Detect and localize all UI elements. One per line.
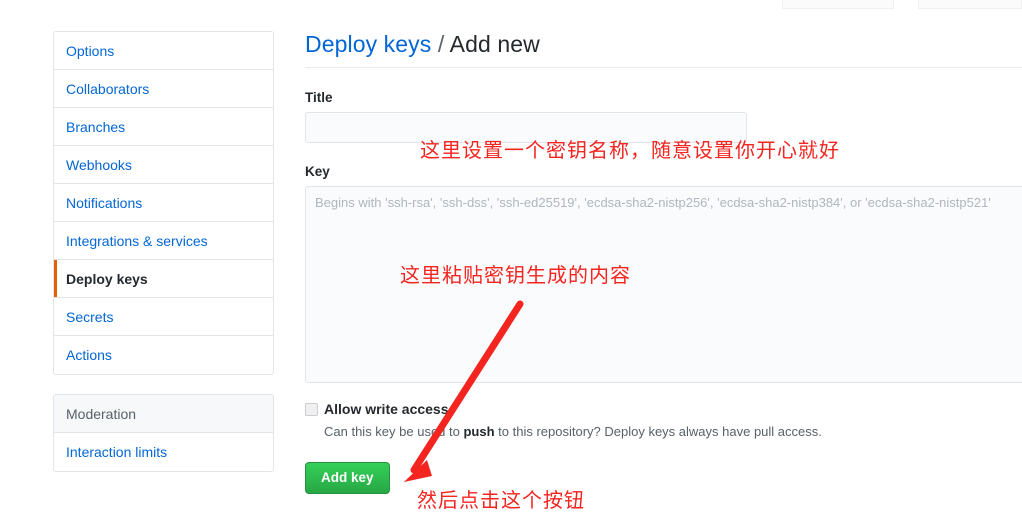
sidebar-item-deploy-keys[interactable]: Deploy keys [54, 260, 273, 298]
sidebar-item-interaction-limits[interactable]: Interaction limits [54, 433, 273, 471]
sidebar-item-label: Deploy keys [66, 271, 148, 287]
allow-write-access-help-text: Can this key be used to push to this rep… [324, 422, 1022, 442]
sidebar-item-label: Actions [66, 347, 112, 363]
allow-write-access-label[interactable]: Allow write access [324, 400, 449, 418]
breadcrumb-current: Add new [449, 31, 540, 57]
sidebar-item-notifications[interactable]: Notifications [54, 184, 273, 222]
page-root: Options Collaborators Branches Webhooks … [0, 0, 1022, 523]
annotation-key-hint: 这里粘贴密钥生成的内容 [400, 263, 631, 287]
sidebar-item-branches[interactable]: Branches [54, 108, 273, 146]
sidebar-item-label: Interaction limits [66, 444, 168, 460]
page-title: Deploy keys / Add new [305, 31, 1022, 68]
help-text-after: to this repository? Deploy keys always h… [494, 424, 822, 439]
add-key-button[interactable]: Add key [305, 461, 390, 495]
moderation-menu-box: Moderation Interaction limits [53, 394, 274, 472]
sidebar-item-label: Collaborators [66, 81, 150, 97]
settings-sidebar: Options Collaborators Branches Webhooks … [53, 31, 274, 472]
sidebar-item-label: Secrets [66, 309, 114, 325]
breadcrumb-deploy-keys-link[interactable]: Deploy keys [305, 31, 431, 57]
title-field-label: Title [305, 90, 333, 105]
help-text-push-emphasis: push [463, 424, 495, 439]
sidebar-item-label: Notifications [66, 195, 143, 211]
sidebar-item-label: Webhooks [66, 157, 132, 173]
moderation-header: Moderation [54, 395, 273, 433]
sidebar-item-options[interactable]: Options [54, 32, 273, 70]
key-field-label: Key [305, 164, 330, 179]
annotation-title-hint: 这里设置一个密钥名称，随意设置你开心就好 [420, 138, 840, 162]
sidebar-item-label: Branches [66, 119, 126, 135]
sidebar-item-actions[interactable]: Actions [54, 336, 273, 374]
sidebar-item-collaborators[interactable]: Collaborators [54, 70, 273, 108]
sidebar-item-label: Options [66, 43, 115, 59]
top-edge-remnant-right [918, 0, 1022, 9]
allow-write-access-row: Allow write access [305, 400, 1022, 418]
allow-write-access-checkbox[interactable] [305, 403, 318, 416]
breadcrumb-separator: / [437, 31, 445, 57]
settings-menu-box: Options Collaborators Branches Webhooks … [53, 31, 274, 375]
top-edge-remnant-left [782, 0, 894, 9]
sidebar-item-webhooks[interactable]: Webhooks [54, 146, 273, 184]
sidebar-item-integrations-and-services[interactable]: Integrations & services [54, 222, 273, 260]
sidebar-item-label: Integrations & services [66, 233, 208, 249]
help-text-before: Can this key be used to [324, 424, 464, 439]
sidebar-item-secrets[interactable]: Secrets [54, 298, 273, 336]
annotation-submit-hint: 然后点击这个按钮 [417, 488, 585, 512]
